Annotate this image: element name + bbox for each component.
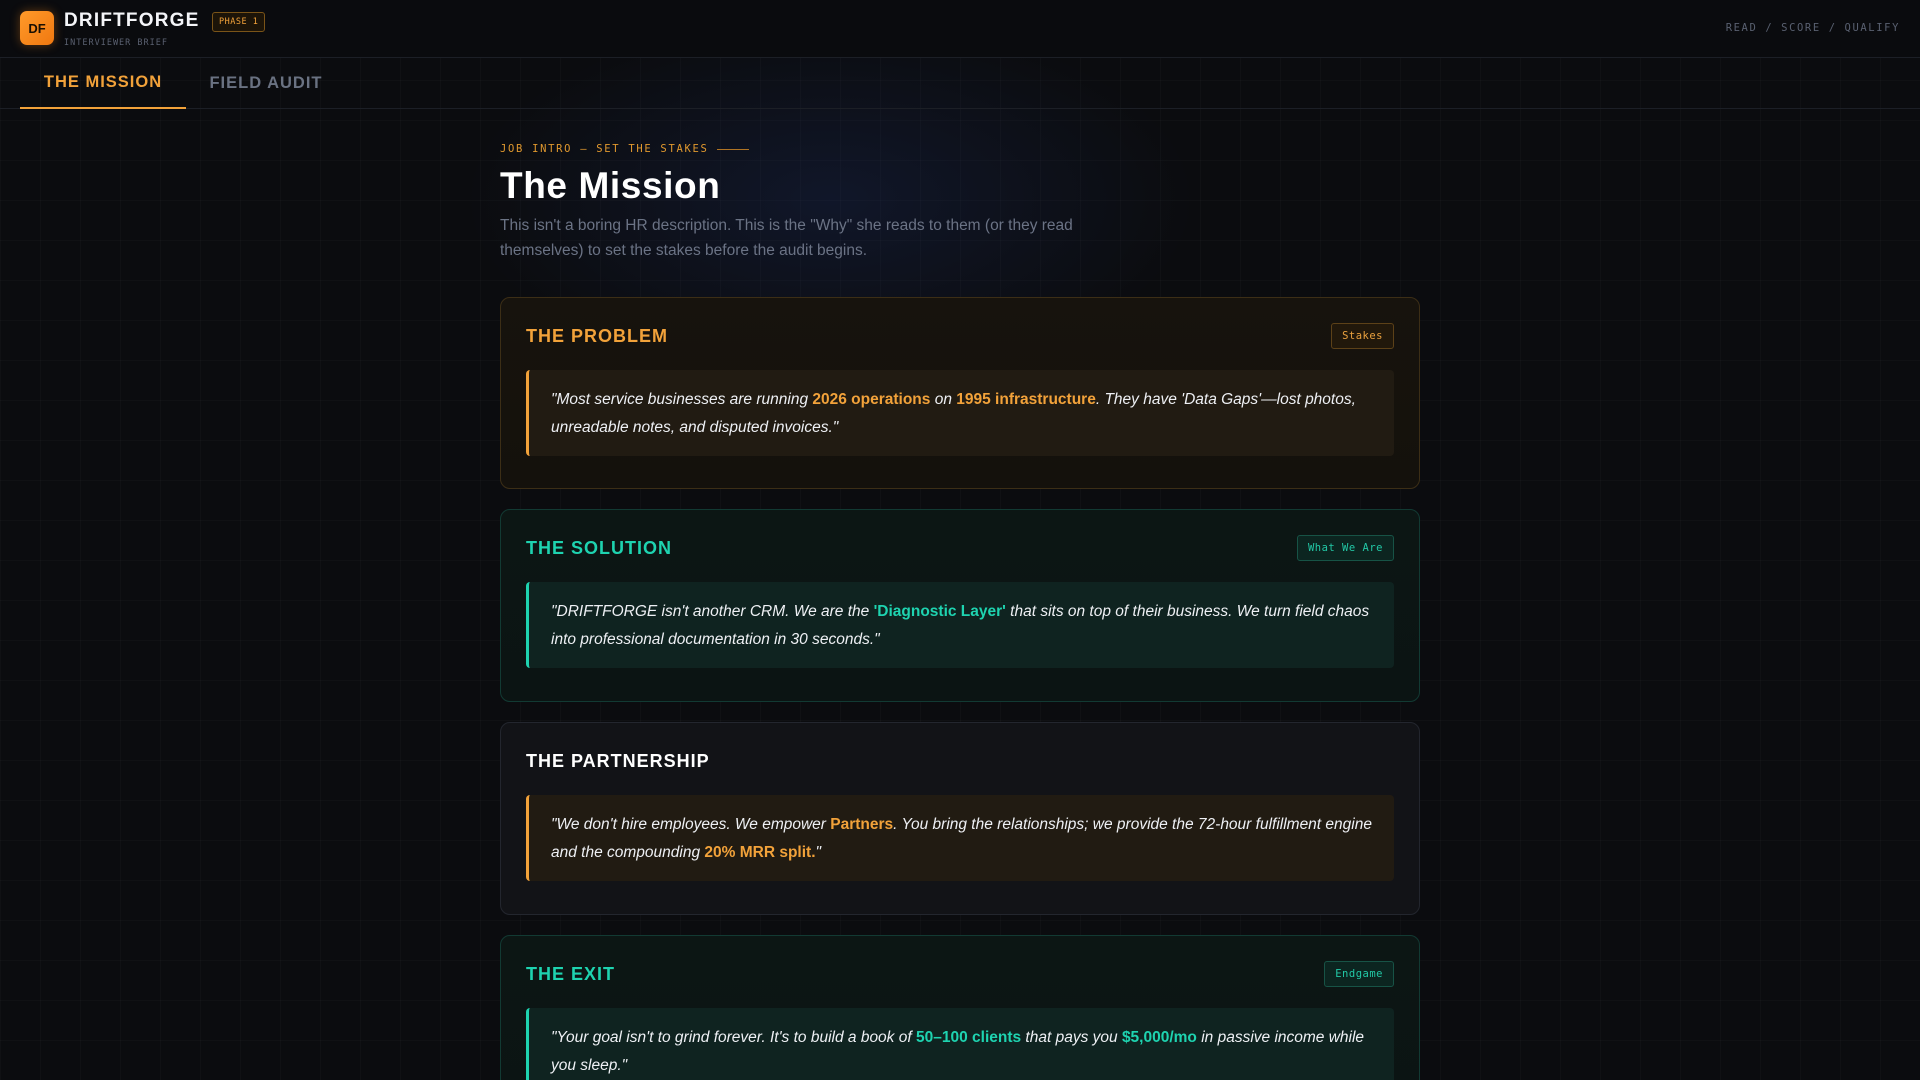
solution-quote: "DRIFTFORGE isn't another CRM. We are th… [526,582,1394,668]
page-title: The Mission [500,165,721,206]
brand-name: DRIFTFORGE [64,10,200,31]
section-eyebrow: JOB INTRO — SET THE STAKES [500,143,749,155]
exit-card-title: THE EXIT [526,964,616,984]
highlight-partners: Partners [830,816,894,833]
tab-bar: THE MISSION FIELD AUDIT [0,58,1920,109]
brand-subtitle: INTERVIEWER BRIEF [64,38,168,48]
highlight-mrr-split: 20% MRR split. [704,844,816,861]
partnership-quote: "We don't hire employees. We empower Par… [526,795,1394,881]
problem-quote: "Most service businesses are running 202… [526,370,1394,456]
partnership-card: THE PARTNERSHIP "We don't hire employees… [500,722,1420,915]
eyebrow-text: JOB INTRO — SET THE STAKES [500,143,709,155]
solution-card-title: THE SOLUTION [526,538,672,558]
top-header: DF DRIFTFORGE PHASE 1 INTERVIEWER BRIEF … [0,0,1920,58]
highlight-clients-count: 50–100 clients [915,1029,1022,1046]
workflow-steps-label: READ / SCORE / QUALIFY [1725,22,1900,34]
highlight-monthly-income: $5,000/mo [1121,1029,1197,1046]
brand-logo[interactable]: DF [20,11,54,45]
tab-the-mission[interactable]: THE MISSION [20,58,186,109]
solution-card: THE SOLUTION What We Are "DRIFTFORGE isn… [500,509,1420,702]
stakes-tag: Stakes [1331,323,1394,349]
highlight-1995-infrastructure: 1995 infrastructure [956,391,1096,408]
problem-card-title: THE PROBLEM [526,326,669,346]
intro-description: This isn't a boring HR description. This… [500,217,1073,259]
tab-field-audit[interactable]: FIELD AUDIT [190,58,342,109]
highlight-diagnostic-layer: 'Diagnostic Layer' [873,603,1006,620]
exit-quote: "Your goal isn't to grind forever. It's … [526,1008,1394,1080]
phase-badge: PHASE 1 [212,12,266,32]
problem-card: THE PROBLEM Stakes "Most service busines… [500,297,1420,489]
exit-card: THE EXIT Endgame "Your goal isn't to gri… [500,935,1420,1080]
partnership-card-title: THE PARTNERSHIP [526,751,710,771]
endgame-tag: Endgame [1324,961,1394,987]
highlight-2026-operations: 2026 operations [812,391,931,408]
eyebrow-rule [716,148,749,150]
what-we-are-tag: What We Are [1296,535,1394,561]
